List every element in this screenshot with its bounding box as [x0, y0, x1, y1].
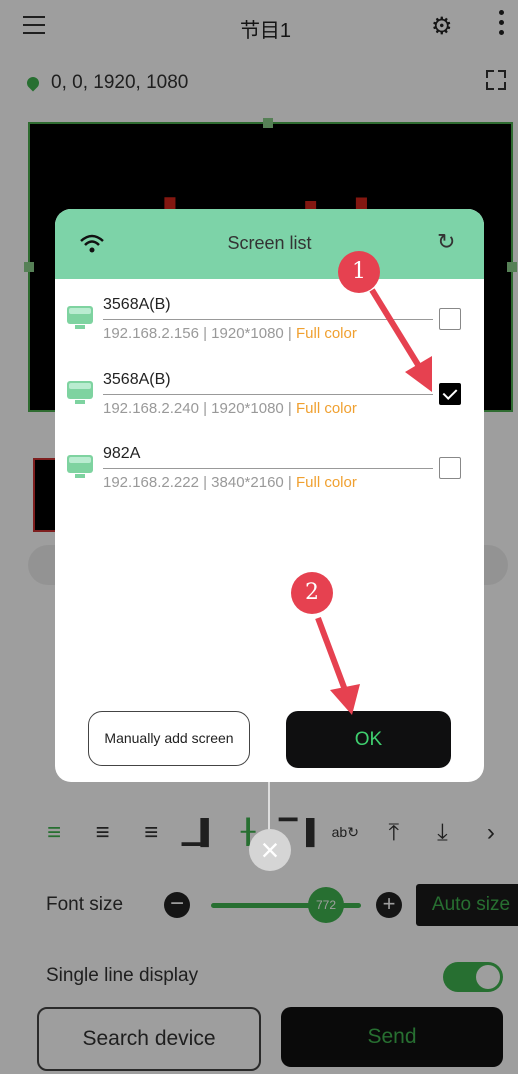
- step-badge-1: 1: [338, 251, 380, 293]
- step-badge-2: 2: [291, 572, 333, 614]
- annotation-arrows: [315, 288, 432, 715]
